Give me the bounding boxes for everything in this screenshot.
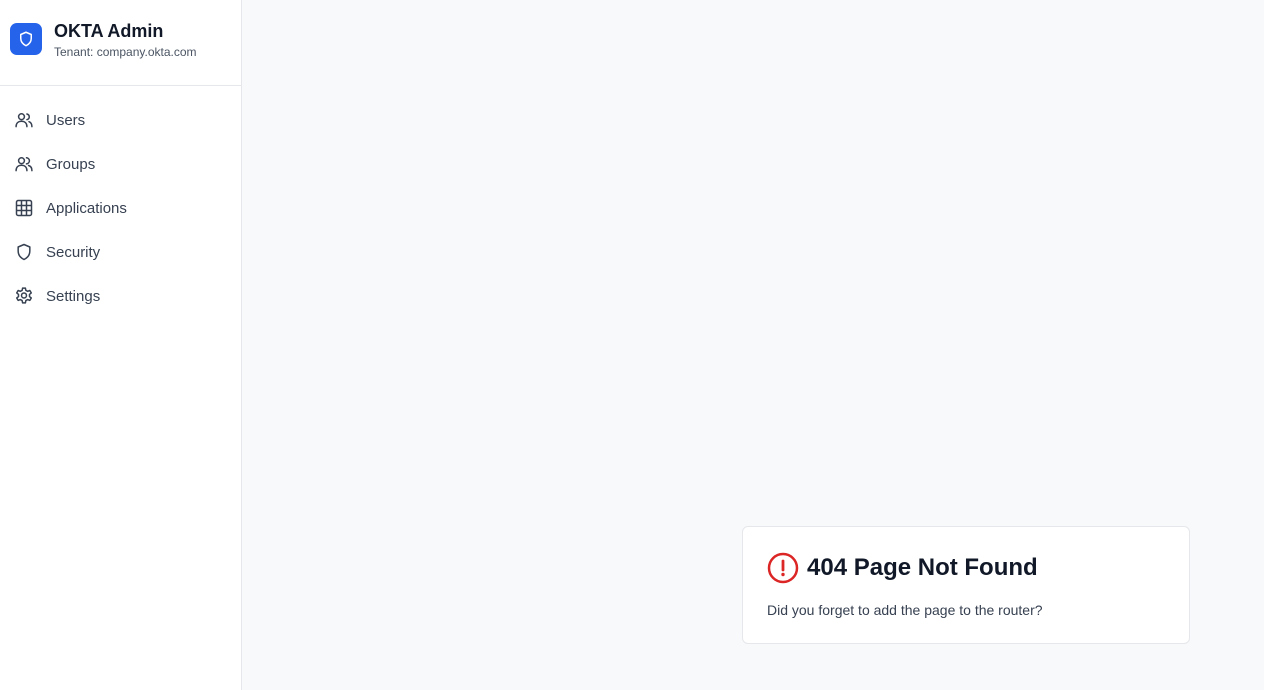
error-message: Did you forget to add the page to the ro… [767, 602, 1043, 618]
sidebar-item-label: Groups [46, 155, 96, 173]
brand-text: OKTA Admin Tenant: company.okta.com [54, 21, 197, 59]
sidebar-item-security[interactable]: Security [0, 230, 241, 274]
main-content: 404 Page Not Found Did you forget to add… [242, 0, 1264, 690]
users-icon [14, 110, 34, 130]
sidebar: OKTA Admin Tenant: company.okta.com User… [0, 0, 242, 690]
shield-icon [20, 31, 32, 47]
brand-logo[interactable] [10, 23, 42, 55]
brand-header: OKTA Admin Tenant: company.okta.com [0, 0, 241, 86]
shield-icon [14, 242, 34, 262]
error-card: 404 Page Not Found Did you forget to add… [742, 526, 1190, 644]
sidebar-item-label: Applications [46, 199, 127, 217]
app-title: OKTA Admin [54, 21, 164, 41]
sidebar-item-label: Settings [46, 287, 101, 305]
sidebar-item-groups[interactable]: Groups [0, 142, 241, 186]
sidebar-item-label: Security [46, 243, 101, 261]
sidebar-item-applications[interactable]: Applications [0, 186, 241, 230]
tenant-label: Tenant: company.okta.com [54, 45, 197, 59]
sidebar-item-label: Users [46, 111, 86, 129]
gear-icon [14, 286, 34, 306]
groups-icon [14, 154, 34, 174]
grid-icon [14, 198, 34, 218]
sidebar-item-settings[interactable]: Settings [0, 274, 241, 318]
sidebar-nav: Users Groups Applications Security Setti… [0, 86, 241, 318]
error-title: 404 Page Not Found [807, 554, 1038, 581]
sidebar-item-users[interactable]: Users [0, 98, 241, 142]
error-header: 404 Page Not Found [767, 552, 1165, 584]
app-root: OKTA Admin Tenant: company.okta.com User… [0, 0, 1264, 690]
alert-circle-icon [767, 552, 799, 584]
